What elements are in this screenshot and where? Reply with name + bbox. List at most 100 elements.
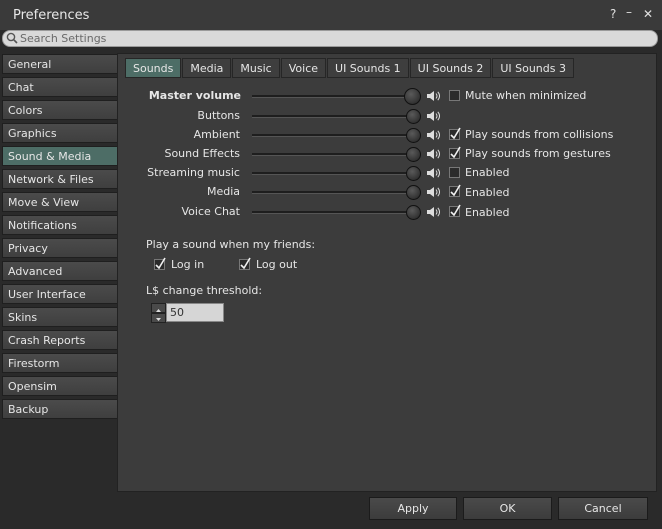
speaker-icon[interactable] (426, 148, 440, 160)
voice-chat-enabled-label: Enabled (465, 206, 510, 219)
streaming-music-volume-label: Streaming music (147, 166, 240, 179)
voice-chat-enabled-checkbox[interactable] (449, 204, 461, 217)
sidebar-item-opensim[interactable]: Opensim (2, 376, 118, 396)
sidebar-item-label: Firestorm (8, 357, 60, 370)
sound-media-panel: Sounds Media Music Voice UI Sounds 1 UI … (117, 53, 657, 492)
media-enabled-checkbox[interactable] (449, 184, 461, 197)
master-volume-slider[interactable] (252, 95, 414, 98)
checkmark-icon (450, 204, 461, 217)
search-input[interactable] (20, 31, 650, 46)
sidebar-item-notifications[interactable]: Notifications (2, 215, 118, 235)
checkmark-icon (240, 257, 251, 270)
tab-media[interactable]: Media (182, 58, 232, 78)
sidebar-item-skins[interactable]: Skins (2, 307, 118, 327)
sidebar-item-colors[interactable]: Colors (2, 100, 118, 120)
buttons-volume-knob[interactable] (406, 109, 421, 124)
sidebar-item-advanced[interactable]: Advanced (2, 261, 118, 281)
media-volume-slider[interactable] (252, 191, 414, 194)
streaming-music-enabled-checkbox[interactable] (449, 167, 460, 178)
tab-music[interactable]: Music (232, 58, 280, 78)
mute-minimized-checkbox[interactable] (449, 90, 460, 101)
ambient-volume-knob[interactable] (406, 128, 421, 143)
speaker-icon[interactable] (426, 110, 440, 122)
threshold-stepper: 50 (151, 303, 227, 323)
search-bar (2, 30, 658, 47)
friend-login-checkbox[interactable] (154, 257, 166, 270)
sidebar-item-label: Opensim (8, 380, 57, 393)
threshold-label: L$ change threshold: (146, 284, 263, 297)
friend-logout-checkbox[interactable] (239, 257, 251, 270)
sidebar-item-label: Chat (8, 81, 34, 94)
tab-ui-sounds-1[interactable]: UI Sounds 1 (327, 58, 409, 78)
close-button[interactable]: ✕ (643, 7, 653, 21)
sidebar-item-general[interactable]: General (2, 54, 118, 74)
sidebar-item-label: User Interface (8, 288, 86, 301)
speaker-icon[interactable] (426, 90, 440, 102)
sidebar-item-label: Privacy (8, 242, 48, 255)
chevron-down-icon (156, 318, 161, 321)
sound-effects-volume-knob[interactable] (406, 147, 421, 162)
sidebar-item-chat[interactable]: Chat (2, 77, 118, 97)
gesture-sounds-checkbox[interactable] (449, 146, 461, 159)
mute-minimized-label: Mute when minimized (465, 89, 587, 102)
speaker-icon[interactable] (426, 186, 440, 198)
streaming-music-volume-slider[interactable] (252, 172, 414, 175)
sidebar-item-label: Advanced (8, 265, 63, 278)
help-button[interactable]: ? (610, 7, 616, 21)
sidebar-item-crash-reports[interactable]: Crash Reports (2, 330, 118, 350)
speaker-icon[interactable] (426, 167, 440, 179)
sidebar-item-network-files[interactable]: Network & Files (2, 169, 118, 189)
master-volume-knob[interactable] (404, 88, 421, 105)
media-enabled-label: Enabled (465, 186, 510, 199)
threshold-input[interactable]: 50 (166, 303, 224, 322)
checkmark-icon (450, 146, 461, 159)
streaming-music-enabled-label: Enabled (465, 166, 510, 179)
tab-strip: Sounds Media Music Voice UI Sounds 1 UI … (125, 58, 575, 78)
voice-chat-volume-knob[interactable] (406, 205, 421, 220)
sidebar-item-label: Notifications (8, 219, 77, 232)
voice-chat-volume-label: Voice Chat (181, 205, 240, 218)
sidebar-item-graphics[interactable]: Graphics (2, 123, 118, 143)
tab-ui-sounds-2[interactable]: UI Sounds 2 (409, 58, 492, 78)
apply-button[interactable]: Apply (369, 497, 457, 520)
minimize-button[interactable]: – (626, 5, 632, 19)
buttons-volume-slider[interactable] (252, 115, 414, 118)
sidebar-item-label: Skins (8, 311, 38, 324)
sidebar-item-sound-media[interactable]: Sound & Media (2, 146, 118, 166)
media-volume-knob[interactable] (406, 185, 421, 200)
sidebar-item-label: Move & View (8, 196, 80, 209)
speaker-icon[interactable] (426, 206, 440, 218)
cancel-button[interactable]: Cancel (558, 497, 648, 520)
sidebar-item-backup[interactable]: Backup (2, 399, 118, 419)
sidebar-item-user-interface[interactable]: User Interface (2, 284, 118, 304)
sidebar-item-move-view[interactable]: Move & View (2, 192, 118, 212)
ambient-volume-slider[interactable] (252, 134, 414, 137)
tab-ui-sounds-3[interactable]: UI Sounds 3 (492, 58, 574, 78)
checkmark-icon (450, 184, 461, 197)
sound-effects-volume-label: Sound Effects (164, 147, 240, 160)
preferences-window: Preferences ? – ✕ General Chat Colors Gr… (0, 0, 662, 529)
stepper-up-button[interactable] (151, 303, 166, 313)
sidebar-item-firestorm[interactable]: Firestorm (2, 353, 118, 373)
stepper-down-button[interactable] (151, 313, 166, 323)
sidebar-item-label: Colors (8, 104, 43, 117)
media-volume-label: Media (206, 185, 240, 198)
tab-sounds[interactable]: Sounds (125, 58, 182, 78)
collision-sounds-checkbox[interactable] (449, 127, 461, 140)
sound-effects-volume-slider[interactable] (252, 153, 414, 156)
buttons-volume-label: Buttons (197, 109, 240, 122)
speaker-icon[interactable] (426, 129, 440, 141)
sidebar-item-privacy[interactable]: Privacy (2, 238, 118, 258)
checkmark-icon (155, 257, 166, 270)
tab-voice[interactable]: Voice (280, 58, 327, 78)
voice-chat-volume-slider[interactable] (252, 211, 414, 214)
gesture-sounds-label: Play sounds from gestures (465, 147, 611, 160)
streaming-music-volume-knob[interactable] (406, 166, 421, 181)
sidebar-item-label: Backup (8, 403, 49, 416)
ok-button[interactable]: OK (463, 497, 552, 520)
checkmark-icon (450, 127, 461, 140)
stepper-arrows (151, 303, 166, 323)
search-icon (6, 32, 18, 44)
window-title: Preferences (13, 8, 90, 23)
sidebar-item-label: Network & Files (8, 173, 94, 186)
